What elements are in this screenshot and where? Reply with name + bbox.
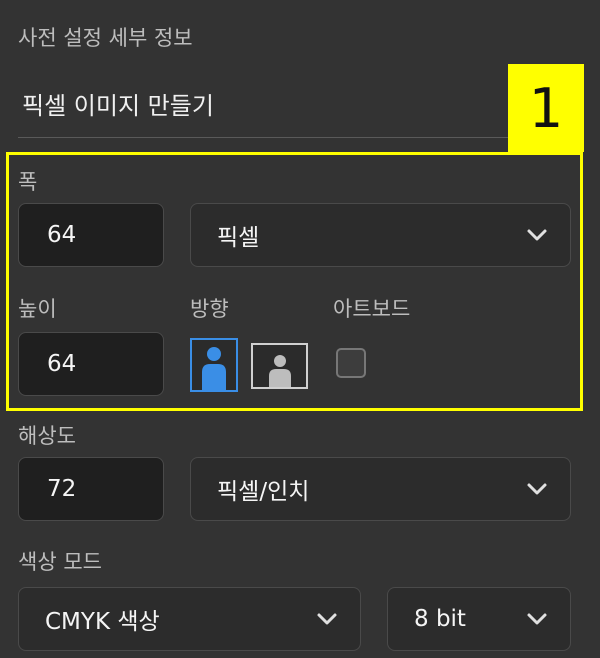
height-label: 높이	[18, 297, 57, 321]
resolution-unit-value: 픽셀/인치	[217, 479, 310, 505]
width-unit-select[interactable]: 픽셀	[190, 203, 571, 267]
color-mode-select[interactable]: CMYK 색상	[18, 587, 361, 651]
artboard-label: 아트보드	[333, 297, 411, 321]
width-unit-value: 픽셀	[217, 225, 260, 251]
landscape-icon	[268, 355, 291, 387]
orientation-portrait-button[interactable]	[190, 338, 238, 392]
annotation-badge: 1	[508, 64, 584, 152]
preset-name-underline	[18, 137, 563, 138]
orientation-landscape-button[interactable]	[251, 343, 308, 389]
color-mode-value: CMYK 색상	[45, 609, 160, 635]
bit-depth-value: 8 bit	[414, 606, 466, 632]
resolution-input[interactable]: 72	[18, 457, 164, 521]
orientation-label: 방향	[190, 297, 229, 321]
color-mode-label: 색상 모드	[18, 550, 102, 574]
bit-depth-select[interactable]: 8 bit	[387, 587, 571, 651]
width-input[interactable]: 64	[18, 203, 164, 267]
resolution-label: 해상도	[18, 424, 76, 448]
resolution-unit-select[interactable]: 픽셀/인치	[190, 457, 571, 521]
chevron-down-icon	[527, 613, 547, 625]
width-label: 폭	[18, 170, 38, 194]
preset-name-field[interactable]: 픽셀 이미지 만들기	[22, 86, 214, 121]
portrait-icon	[202, 347, 226, 390]
chevron-down-icon	[527, 483, 547, 495]
preset-details-title: 사전 설정 세부 정보	[18, 26, 193, 50]
height-input[interactable]: 64	[18, 332, 164, 396]
chevron-down-icon	[317, 613, 337, 625]
artboard-checkbox[interactable]	[336, 348, 366, 378]
chevron-down-icon	[527, 229, 547, 241]
